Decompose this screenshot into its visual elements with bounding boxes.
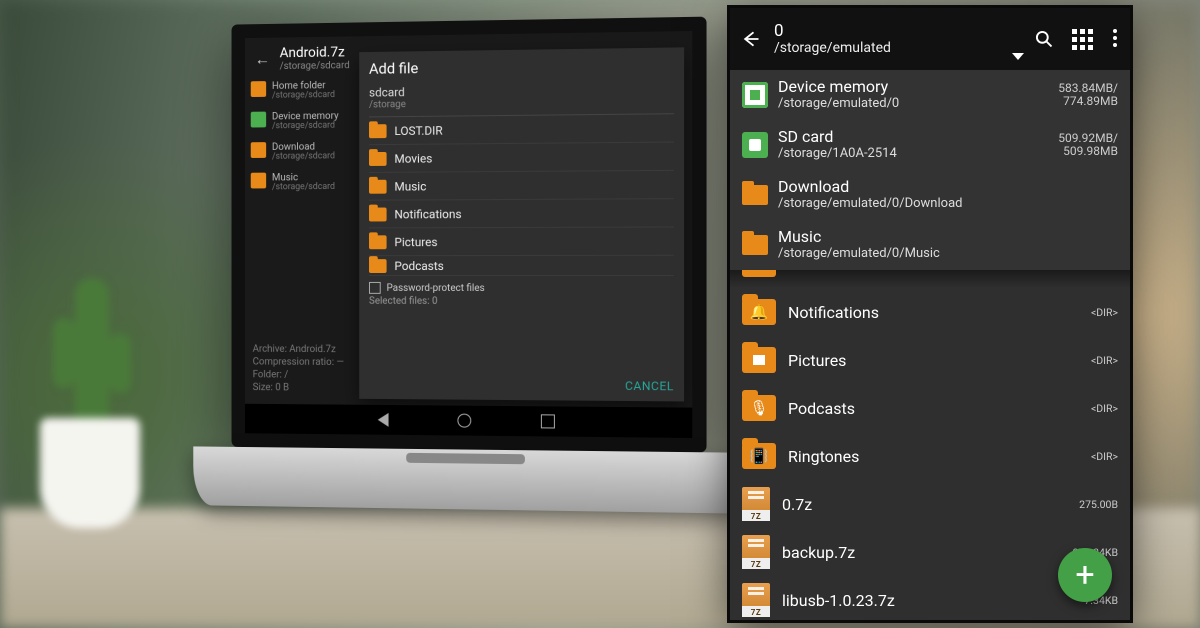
list-item[interactable]: 🔔 Notifications DIR	[730, 288, 1130, 336]
laptop-sidebar: Home folder/storage/sdcard Device memory…	[245, 76, 351, 207]
add-file-dialog: Add file sdcard /storage LOST.DIR Movies…	[359, 47, 684, 401]
favorite-device-memory[interactable]: Device memory/storage/emulated/0 583.84M…	[730, 70, 1130, 120]
favorite-download[interactable]: Download/storage/emulated/0/Download	[730, 170, 1130, 220]
folder-icon	[251, 172, 266, 188]
dialog-folder-row[interactable]: Pictures	[369, 227, 674, 256]
view-grid-icon[interactable]	[1072, 29, 1092, 49]
folder-icon	[742, 347, 776, 373]
dialog-folder-row[interactable]: Movies	[369, 143, 674, 173]
dir-tag: DIR	[1091, 306, 1118, 319]
folder-icon	[369, 179, 387, 193]
folder-icon	[251, 142, 266, 158]
memory-icon	[742, 82, 768, 108]
folder-icon: 📳	[742, 443, 776, 469]
archive-file-icon: 7Z	[742, 583, 770, 617]
favorite-sd-card[interactable]: SD card/storage/1A0A-2514 509.92MB/509.9…	[730, 120, 1130, 170]
nav-recent-icon[interactable]	[540, 414, 554, 428]
folder-icon	[369, 235, 387, 249]
path-breadcrumb[interactable]: 0 /storage/emulated	[774, 22, 1022, 56]
storage-size: 509.92MB/509.98MB	[1058, 132, 1118, 158]
sidebar-item[interactable]: Home folder/storage/sdcard	[251, 80, 346, 102]
archive-title: Android.7z	[280, 44, 350, 61]
sidebar-item[interactable]: Download/storage/sdcard	[251, 141, 346, 162]
nav-back-icon[interactable]	[377, 413, 388, 427]
cancel-button[interactable]: CANCEL	[625, 379, 674, 393]
archive-info: Archive: Android.7z Compression ratio: —…	[253, 343, 344, 395]
folder-icon: ♪	[742, 270, 776, 277]
home-icon	[251, 81, 266, 97]
dialog-title: Add file	[369, 56, 674, 78]
dialog-folder-row[interactable]: Notifications	[369, 199, 674, 228]
folder-icon	[369, 151, 387, 165]
memory-icon	[251, 111, 266, 127]
dialog-location-path: /storage	[369, 96, 674, 110]
list-item[interactable]: ♪ Music DIR	[730, 270, 1130, 288]
android-navbar	[245, 404, 692, 438]
back-button[interactable]	[740, 28, 762, 50]
dialog-folder-row[interactable]: Podcasts	[369, 256, 674, 276]
list-item[interactable]: 7Z 0.7z 275.00B	[730, 480, 1130, 528]
archive-file-icon: 7Z	[742, 535, 770, 569]
folder-icon	[369, 124, 387, 138]
archive-file-icon: 7Z	[742, 487, 770, 521]
folder-icon	[369, 207, 387, 221]
dialog-folder-row[interactable]: Music	[369, 171, 674, 201]
file-manager: 0 /storage/emulated Device memory/storag…	[730, 8, 1130, 620]
back-icon[interactable]: ←	[255, 49, 270, 69]
checkbox-icon	[369, 282, 381, 294]
laptop-base	[193, 446, 747, 513]
dialog-folder-row[interactable]: LOST.DIR	[369, 114, 674, 145]
dir-tag: DIR	[1091, 270, 1118, 271]
list-item[interactable]: 🎙 Podcasts DIR	[730, 384, 1130, 432]
sidebar-item[interactable]: Device memory/storage/sdcard	[251, 111, 346, 133]
password-protect-checkbox[interactable]: Password-protect files	[369, 282, 674, 294]
sd-card-icon	[742, 132, 768, 158]
sidebar-item[interactable]: Music/storage/sdcard	[251, 172, 346, 193]
folder-icon: 🔔	[742, 299, 776, 325]
dir-tag: DIR	[1091, 450, 1118, 463]
overflow-menu-icon[interactable]	[1110, 29, 1120, 49]
folder-icon	[742, 185, 768, 205]
file-size: 275.00B	[1079, 498, 1118, 511]
list-item[interactable]: 📳 Ringtones DIR	[730, 432, 1130, 480]
dir-tag: DIR	[1091, 402, 1118, 415]
folder-icon: 🎙	[742, 395, 776, 421]
archive-app: ← Android.7z /storage/sdcard Home folder…	[245, 31, 692, 438]
dir-tag: DIR	[1091, 354, 1118, 367]
list-item[interactable]: Pictures DIR	[730, 336, 1130, 384]
nav-home-icon[interactable]	[457, 414, 471, 428]
laptop: ← Android.7z /storage/sdcard Home folder…	[232, 15, 789, 535]
archive-subtitle: /storage/sdcard	[280, 60, 350, 72]
favorite-music[interactable]: Music/storage/emulated/0/Music	[730, 220, 1130, 270]
plus-icon: +	[1075, 558, 1094, 592]
favorites-panel: Device memory/storage/emulated/0 583.84M…	[730, 70, 1130, 270]
search-icon[interactable]	[1034, 29, 1054, 49]
app-toolbar: 0 /storage/emulated	[730, 8, 1130, 70]
add-button[interactable]: +	[1058, 548, 1112, 602]
selected-files-count: Selected files: 0	[369, 296, 674, 308]
storage-size: 583.84MB/774.89MB	[1058, 82, 1118, 108]
folder-icon	[742, 235, 768, 255]
folder-icon	[369, 259, 387, 273]
